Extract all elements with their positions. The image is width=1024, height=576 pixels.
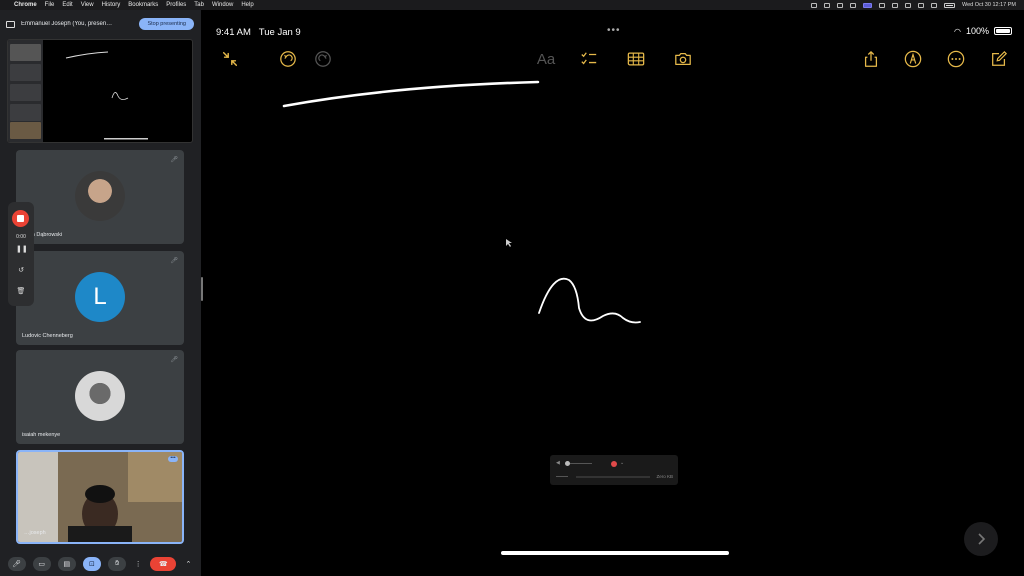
recording-time: 0:00	[16, 234, 26, 240]
hang-up-button[interactable]: ☎︎	[150, 557, 177, 571]
progress-track	[576, 476, 650, 478]
tray-app-icon[interactable]	[849, 2, 856, 8]
pause-icon[interactable]: ❚❚	[16, 245, 28, 253]
self-video-tile[interactable]: ••• …joseph	[16, 450, 184, 544]
volume-icon: ◀︎	[556, 460, 560, 466]
chevron-right-icon	[978, 533, 986, 545]
restart-icon[interactable]: ↺	[16, 266, 26, 274]
screen-share-tray-icon[interactable]	[862, 2, 872, 8]
participant-avatar	[75, 371, 125, 421]
participant-avatar: L	[75, 272, 125, 322]
record-dot[interactable]	[611, 461, 617, 467]
menu-profiles[interactable]: Profiles	[166, 2, 186, 8]
volume-slider-knob[interactable]	[565, 461, 570, 466]
menu-file[interactable]: File	[45, 2, 55, 8]
mouse-cursor	[506, 239, 512, 247]
home-indicator[interactable]	[501, 551, 729, 555]
meet-panel: Emmanuel Joseph (You, presen… Stop prese…	[0, 10, 201, 576]
self-video	[18, 452, 182, 542]
tray-app-icon[interactable]	[810, 2, 817, 8]
drawing-canvas[interactable]	[203, 10, 1024, 576]
captions-button[interactable]: ▤	[57, 557, 76, 571]
mic-off-icon: 🎤︎	[170, 357, 178, 363]
menubar-clock[interactable]: Wed Oct 30 12:17 PM	[962, 2, 1016, 8]
menu-view[interactable]: View	[81, 2, 94, 8]
menu-help[interactable]: Help	[241, 2, 253, 8]
tray-app-icon[interactable]	[823, 2, 830, 8]
stop-recording-button[interactable]	[12, 210, 29, 227]
participant-tile[interactable]: 🎤︎ …lan Dąbrowski	[16, 150, 184, 244]
mic-button[interactable]: 🎤︎	[7, 557, 26, 571]
tray-app-icon[interactable]	[878, 2, 885, 8]
presenting-bar: Emmanuel Joseph (You, presen… Stop prese…	[6, 16, 194, 32]
more-options-icon[interactable]: ⋮	[133, 557, 143, 571]
present-button[interactable]: ⊡	[82, 557, 101, 571]
menu-tab[interactable]: Tab	[194, 2, 204, 8]
drawn-stroke-squiggle	[538, 277, 641, 324]
raise-hand-button[interactable]: ✋︎	[108, 557, 127, 571]
chevron-down-icon[interactable]: ⌄	[620, 460, 624, 466]
drawn-stroke-line	[282, 80, 540, 108]
preview-drawing	[65, 51, 148, 140]
trash-icon[interactable]: 🗑︎	[16, 287, 26, 295]
presenting-label: Emmanuel Joseph (You, presen…	[21, 21, 113, 27]
menu-chrome[interactable]: Chrome	[14, 2, 37, 8]
level-meter	[556, 476, 568, 477]
participant-name: …joseph	[24, 530, 46, 536]
tray-app-icon[interactable]	[891, 2, 898, 8]
present-screen-icon	[6, 20, 15, 28]
mac-menubar: Chrome File Edit View History Bookmarks …	[0, 0, 1024, 10]
wifi-icon[interactable]	[904, 2, 911, 8]
participant-avatar	[75, 171, 125, 221]
battery-icon[interactable]	[943, 2, 955, 8]
participant-name: Ludovic Chenneberg	[22, 333, 73, 339]
camera-button[interactable]: ▭	[32, 557, 51, 571]
chevron-up-icon[interactable]: ⌃	[183, 557, 193, 571]
menu-window[interactable]: Window	[212, 2, 233, 8]
search-icon[interactable]	[917, 2, 924, 8]
menu-edit[interactable]: Edit	[62, 2, 72, 8]
call-controls: 🎤︎ ▭ ▤ ⊡ ✋︎ ⋮ ☎︎ ⌃	[0, 552, 201, 576]
control-center-icon[interactable]	[930, 2, 937, 8]
menu-bookmarks[interactable]: Bookmarks	[128, 2, 158, 8]
menubar-tray: Wed Oct 30 12:17 PM	[810, 0, 1016, 10]
recording-widget: 0:00 ❚❚ ↺ 🗑︎	[8, 202, 34, 306]
self-tile-more-button[interactable]: •••	[168, 456, 178, 462]
menu-history[interactable]: History	[102, 2, 121, 8]
tray-app-icon[interactable]	[836, 2, 843, 8]
ipad-notes-screen: 9:41 AM Tue Jan 9 ••• ◠ 100% Aa ◀︎ ⌄ Zer…	[203, 10, 1024, 576]
participant-name: isaiah mekenye	[22, 432, 61, 438]
mic-off-icon: 🎤︎	[170, 258, 178, 264]
stop-presenting-button[interactable]: Stop presenting	[139, 18, 194, 30]
participant-tile[interactable]: 🎤︎ L Ludovic Chenneberg	[16, 251, 184, 345]
mic-off-icon: 🎤︎	[170, 157, 178, 163]
shared-screen-preview[interactable]	[7, 39, 193, 143]
screen-recorder-panel: ◀︎ ⌄ Zero KB	[550, 455, 678, 485]
recording-size: Zero KB	[656, 474, 673, 479]
next-button[interactable]	[964, 522, 998, 556]
participant-tile[interactable]: 🎤︎ isaiah mekenye	[16, 350, 184, 444]
